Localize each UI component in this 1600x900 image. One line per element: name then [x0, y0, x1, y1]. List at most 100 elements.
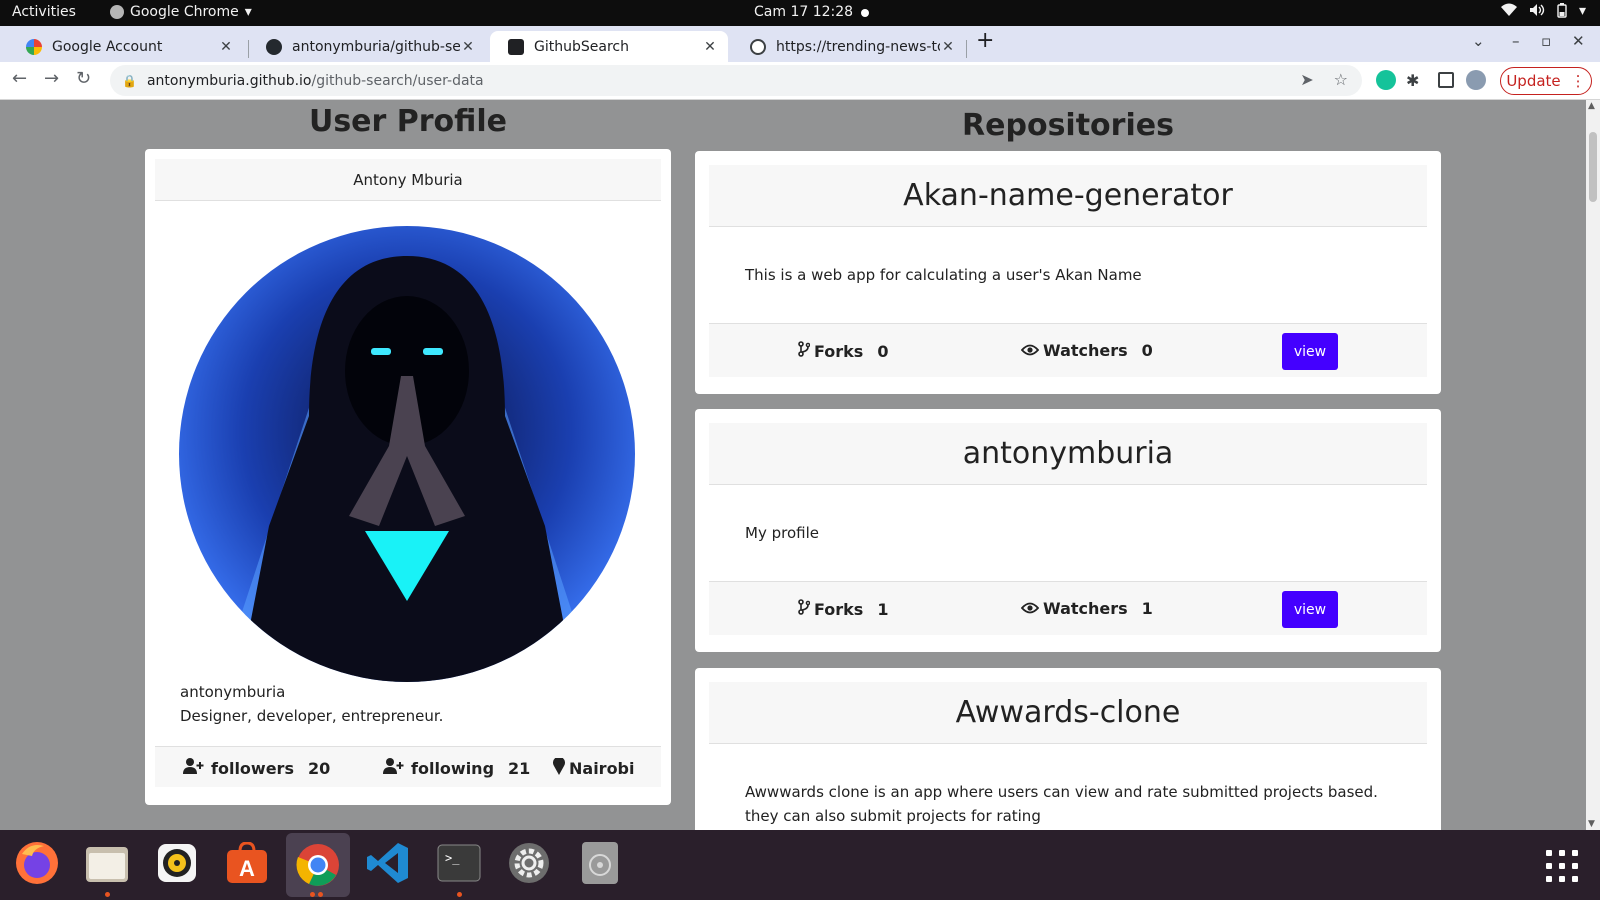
tab-githubsearch[interactable]: GithubSearch ✕ [490, 31, 728, 62]
grammarly-extension-icon[interactable] [1376, 70, 1396, 90]
running-indicator [105, 892, 110, 897]
lock-icon: 🔒 [122, 73, 137, 88]
app-menu[interactable]: Google Chrome ▾ [110, 4, 252, 20]
bookmark-star-icon[interactable]: ☆ [1334, 70, 1348, 89]
software-center-icon[interactable]: A [222, 838, 272, 888]
disk-icon[interactable] [575, 838, 625, 888]
following-label: following [411, 758, 495, 778]
profile-bio: Designer, developer, entrepreneur. [180, 707, 444, 725]
activities-button[interactable]: Activities [12, 4, 76, 20]
profile-avatar[interactable] [1466, 70, 1486, 90]
watchers-stat: Watchers 1 [1020, 599, 1153, 618]
tab-google-account[interactable]: Google Account ✕ [8, 31, 244, 62]
tab-title: https://trending-news-today [776, 38, 940, 55]
watchers-stat: Watchers 0 [1020, 341, 1153, 360]
location-stat: Nairobi [553, 756, 635, 779]
tab-strip: Google Account ✕ antonymburia/github-sea… [0, 26, 1600, 62]
profile-login: antonymburia [180, 683, 286, 701]
update-button[interactable]: Update ⋮ [1500, 67, 1592, 95]
repo-card: antonymburia My profile Forks 1 Watchers… [695, 409, 1441, 652]
running-indicator [310, 892, 315, 897]
watchers-label: Watchers [1043, 599, 1128, 618]
scroll-down-icon[interactable]: ▼ [1588, 819, 1595, 829]
eye-icon [1020, 599, 1040, 618]
repo-name: Awwards-clone [955, 695, 1181, 730]
repo-card-header: Akan-name-generator [709, 165, 1427, 227]
window-close-icon[interactable]: ✕ [1572, 32, 1585, 50]
dock: A >_ [0, 830, 1600, 900]
profile-card-footer: followers 20 following 21 Nairobi [155, 746, 661, 787]
page-scrollbar[interactable]: ▲ ▼ [1586, 100, 1600, 830]
close-icon[interactable]: ✕ [218, 39, 234, 55]
forward-arrow-icon[interactable]: → [44, 68, 59, 89]
repo-card-header: antonymburia [709, 423, 1427, 485]
watchers-label: Watchers [1043, 341, 1128, 360]
tab-title: antonymburia/github-search [292, 38, 460, 55]
system-tray[interactable]: ▾ [1500, 3, 1586, 22]
wifi-icon [1500, 3, 1517, 22]
side-panel-icon[interactable] [1438, 72, 1454, 88]
profile-card-header: Antony Mburia [155, 159, 661, 201]
firefox-icon[interactable] [12, 838, 62, 888]
repo-name: antonymburia [962, 436, 1174, 471]
following-count: 21 [508, 758, 531, 778]
new-tab-button[interactable]: + [976, 28, 994, 53]
send-icon[interactable]: ➤ [1300, 70, 1313, 89]
scrollbar-thumb[interactable] [1589, 132, 1597, 202]
rhythmbox-icon[interactable] [152, 838, 202, 888]
settings-icon[interactable] [504, 838, 554, 888]
address-bar[interactable]: 🔒 antonymburia.github.io/github-search/u… [110, 65, 1362, 96]
reload-icon[interactable]: ↻ [76, 68, 91, 89]
repo-name: Akan-name-generator [903, 178, 1233, 213]
files-icon[interactable] [82, 838, 132, 888]
followers-stat: followers 20 [183, 758, 330, 778]
tab-divider [966, 40, 967, 58]
close-icon[interactable]: ✕ [460, 39, 476, 55]
back-arrow-icon[interactable]: ← [12, 68, 27, 89]
volume-icon [1529, 3, 1545, 22]
forks-label: Forks [814, 599, 864, 619]
view-repo-button[interactable]: view [1282, 591, 1338, 628]
system-top-bar: Activities Google Chrome ▾ Cam 17 12:28 … [0, 0, 1600, 26]
extensions-puzzle-icon[interactable]: ✱ [1406, 71, 1426, 91]
maximize-icon[interactable]: ▫ [1541, 32, 1551, 50]
chrome-icon[interactable] [286, 833, 350, 897]
more-vert-icon: ⋮ [1570, 72, 1586, 90]
location-label: Nairobi [569, 759, 635, 778]
vscode-icon[interactable] [363, 838, 413, 888]
forks-label: Forks [814, 341, 864, 361]
tab-search-icon[interactable]: ⌄ [1472, 32, 1485, 50]
eye-icon [1020, 341, 1040, 360]
tab-title: GithubSearch [534, 38, 629, 55]
svg-text:A: A [239, 856, 255, 881]
running-indicator [318, 892, 323, 897]
google-icon [26, 38, 42, 55]
notification-dot-icon [861, 9, 869, 17]
page-viewport: User Profile Repositories Antony Mburia [0, 100, 1586, 830]
show-applications-icon[interactable] [1546, 850, 1578, 882]
scroll-up-icon[interactable]: ▲ [1588, 101, 1595, 111]
repo-card: Akan-name-generator This is a web app fo… [695, 151, 1441, 394]
view-repo-button[interactable]: view [1282, 333, 1338, 370]
minimize-icon[interactable]: – [1512, 32, 1520, 50]
repositories-heading: Repositories [962, 108, 1174, 143]
terminal-icon[interactable]: >_ [434, 838, 484, 888]
tab-trending-news[interactable]: https://trending-news-today ✕ [732, 31, 966, 62]
close-icon[interactable]: ✕ [702, 39, 718, 55]
tab-github-repo[interactable]: antonymburia/github-search ✕ [248, 31, 486, 62]
battery-icon [1557, 3, 1567, 22]
clock[interactable]: Cam 17 12:28 [754, 4, 853, 20]
repo-description: Awwwards clone is an app where users can… [745, 783, 1378, 825]
fork-icon [798, 599, 811, 619]
globe-icon [750, 38, 766, 55]
avatar [179, 226, 635, 682]
watchers-count: 0 [1141, 341, 1153, 360]
map-pin-icon [553, 756, 565, 779]
followers-count: 20 [307, 758, 331, 778]
forks-stat: Forks 0 [798, 341, 888, 361]
forks-stat: Forks 1 [798, 599, 888, 619]
svg-text:>_: >_ [445, 851, 460, 865]
github-icon [266, 38, 282, 55]
followers-label: followers [211, 758, 294, 778]
close-icon[interactable]: ✕ [940, 39, 956, 55]
